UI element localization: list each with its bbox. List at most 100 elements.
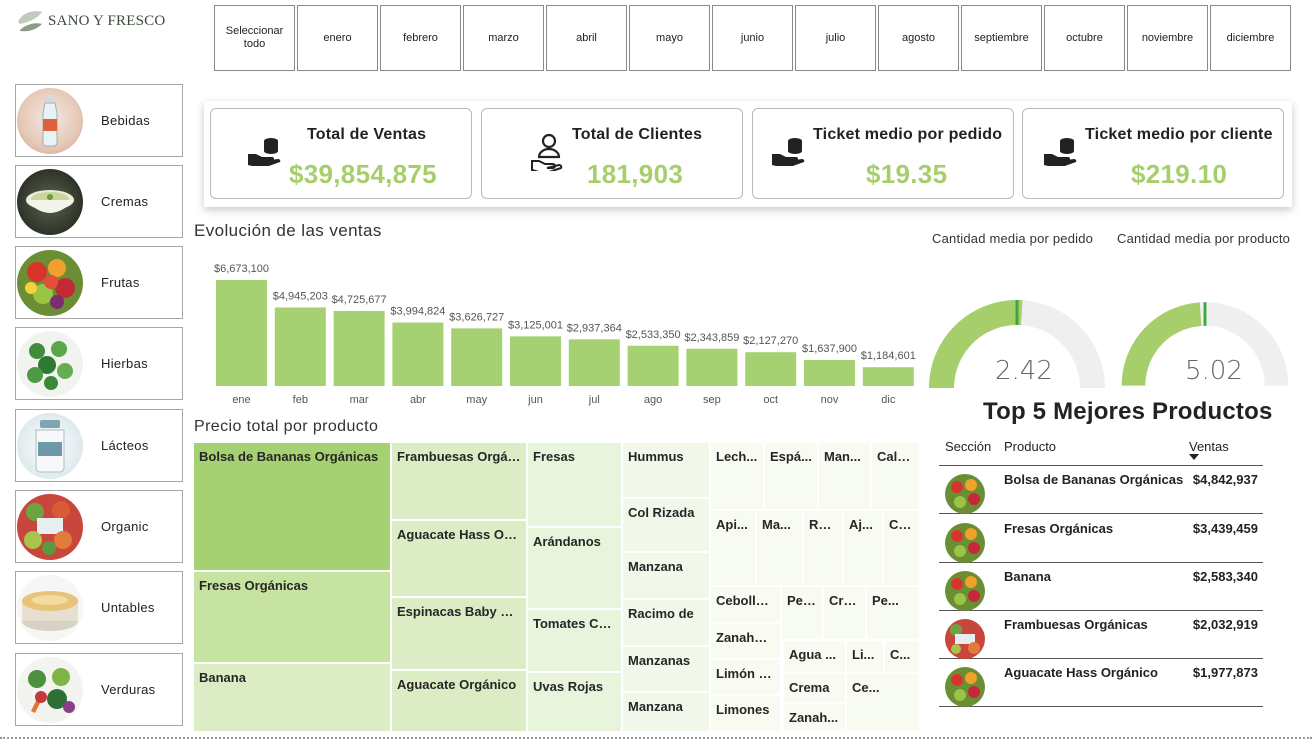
bar-dic[interactable] [862, 367, 914, 386]
category-lacteos[interactable]: Lácteos [15, 409, 183, 482]
bar-abr[interactable] [392, 322, 444, 386]
month-select-all[interactable]: Seleccionar todo [214, 5, 295, 71]
treemap-cell[interactable]: Uvas Rojas [527, 672, 622, 732]
product-name: Frambuesas Orgánicas [1004, 617, 1148, 632]
bar-ago[interactable] [627, 345, 679, 386]
bar-jun[interactable] [510, 336, 561, 386]
treemap-cell[interactable]: Man... [818, 442, 871, 510]
x-tick-label: abr [410, 394, 426, 406]
bar-may[interactable] [451, 328, 503, 386]
treemap-cell[interactable]: Espá... [764, 442, 818, 510]
category-label: Bebidas [101, 113, 151, 128]
bar-value-label: $2,937,364 [567, 322, 622, 334]
treemap-cell[interactable]: Cre... [823, 586, 866, 640]
category-frutas[interactable]: Frutas [15, 246, 183, 319]
category-cremas[interactable]: Cremas [15, 165, 183, 238]
category-verduras[interactable]: Verduras [15, 653, 183, 726]
treemap-cell[interactable]: Pepi... [781, 586, 823, 640]
month-diciembre[interactable]: diciembre [1210, 5, 1291, 71]
treemap-cell[interactable]: Limón G... [710, 659, 781, 695]
treemap-cell[interactable]: Banana [193, 663, 391, 732]
category-untables[interactable]: Untables [15, 571, 183, 644]
header-ventas[interactable]: Ventas [1189, 439, 1229, 454]
month-mayo[interactable]: mayo [629, 5, 710, 71]
treemap-cell[interactable]: Agua ... [783, 640, 846, 673]
organic-icon [945, 619, 985, 659]
treemap-cell[interactable]: Ce... [846, 673, 920, 732]
month-febrero[interactable]: febrero [380, 5, 461, 71]
treemap-cell[interactable]: Fresas [527, 442, 622, 527]
month-noviembre[interactable]: noviembre [1127, 5, 1208, 71]
treemap-cell[interactable]: Manzana [622, 692, 710, 732]
bar-ene[interactable] [216, 280, 267, 386]
treemap-cell[interactable]: Rú... [803, 510, 843, 586]
product-sales: $3,439,459 [1192, 521, 1258, 536]
leaf-logo-icon [18, 11, 42, 32]
table-row[interactable]: Aguacate Hass Orgánico $1,977,873 [939, 659, 1263, 707]
bar-jul[interactable] [568, 339, 620, 386]
treemap-cell[interactable]: Aguacate Orgánico [391, 670, 527, 732]
month-septiembre[interactable]: septiembre [961, 5, 1042, 71]
month-agosto[interactable]: agosto [878, 5, 959, 71]
kpi-title: Total de Ventas [307, 126, 427, 143]
treemap-cell[interactable]: Racimo de [622, 599, 710, 646]
treemap-cell[interactable]: Manzanas [622, 646, 710, 692]
bar-value-label: $3,125,001 [508, 319, 563, 331]
treemap-cell[interactable]: Cala... [871, 442, 920, 510]
treemap-cell[interactable]: Co... [883, 510, 920, 586]
treemap-cell[interactable]: Pe... [866, 586, 920, 640]
bar-value-label: $3,626,727 [449, 311, 504, 323]
treemap-cell[interactable]: Espinacas Baby Orgánicas [391, 597, 527, 670]
table-row[interactable]: Banana $2,583,340 [939, 563, 1263, 611]
header-producto[interactable]: Producto [1004, 439, 1056, 454]
bar-feb[interactable] [274, 307, 326, 386]
month-abril[interactable]: abril [546, 5, 627, 71]
kpi-value: $39,854,875 [289, 159, 437, 189]
table-row[interactable]: Bolsa de Bananas Orgánicas $4,842,937 [939, 466, 1263, 514]
treemap-cell[interactable]: Tomates Cherry [527, 609, 622, 672]
bar-sep[interactable] [686, 348, 738, 386]
treemap-cell[interactable]: Col Rizada [622, 498, 710, 552]
treemap-cell[interactable]: Hummus [622, 442, 710, 498]
treemap-cell[interactable]: Bolsa de Bananas Orgánicas [193, 442, 391, 571]
x-tick-label: nov [821, 394, 839, 406]
product-sales: $2,583,340 [1192, 569, 1258, 584]
month-marzo[interactable]: marzo [463, 5, 544, 71]
bar-oct[interactable] [745, 352, 797, 386]
month-junio[interactable]: junio [712, 5, 793, 71]
table-row[interactable]: Frambuesas Orgánicas $2,032,919 [939, 611, 1263, 659]
table-row[interactable]: Fresas Orgánicas $3,439,459 [939, 515, 1263, 563]
customer-hand-icon [531, 133, 563, 171]
hierbas-icon [17, 330, 83, 397]
treemap-cell[interactable]: Lech... [710, 442, 764, 510]
treemap-cell[interactable]: Crema [783, 673, 846, 703]
category-hierbas[interactable]: Hierbas [15, 327, 183, 400]
month-octubre[interactable]: octubre [1044, 5, 1125, 71]
treemap-cell[interactable]: Manzana [622, 552, 710, 599]
month-julio[interactable]: julio [795, 5, 876, 71]
bar-mar[interactable] [333, 310, 385, 386]
treemap-cell[interactable]: Api... [710, 510, 756, 586]
category-bebidas[interactable]: Bebidas [15, 84, 183, 157]
brand-name: SANO Y FRESCO [48, 12, 166, 29]
treemap-cell[interactable]: Zanahor... [710, 623, 781, 659]
treemap-cell[interactable]: Frambuesas Orgánicas [391, 442, 527, 520]
treemap-cell[interactable]: Aguacate Hass Orgánico [391, 520, 527, 597]
category-organic[interactable]: Organic [15, 490, 183, 563]
header-seccion[interactable]: Sección [945, 439, 991, 454]
money-hand-icon [772, 138, 805, 166]
treemap-cell[interactable]: Li... [846, 640, 884, 673]
treemap-cell[interactable]: Arándanos [527, 527, 622, 609]
treemap-cell[interactable]: C... [884, 640, 920, 673]
sort-desc-icon[interactable] [1189, 454, 1199, 460]
gauge-title-pedido: Cantidad media por pedido [932, 231, 1094, 246]
treemap-cell[interactable]: Cebolla ... [710, 586, 781, 623]
month-enero[interactable]: enero [297, 5, 378, 71]
bar-nov[interactable] [804, 359, 855, 386]
treemap-cell[interactable]: Ma... [756, 510, 803, 586]
treemap-cell[interactable]: Limones [710, 695, 781, 732]
treemap-cell[interactable]: Fresas Orgánicas [193, 571, 391, 663]
treemap-cell[interactable]: Aj... [843, 510, 883, 586]
treemap-cell[interactable]: Zanah... [783, 703, 846, 732]
bar-value-label: $3,994,824 [390, 306, 445, 318]
